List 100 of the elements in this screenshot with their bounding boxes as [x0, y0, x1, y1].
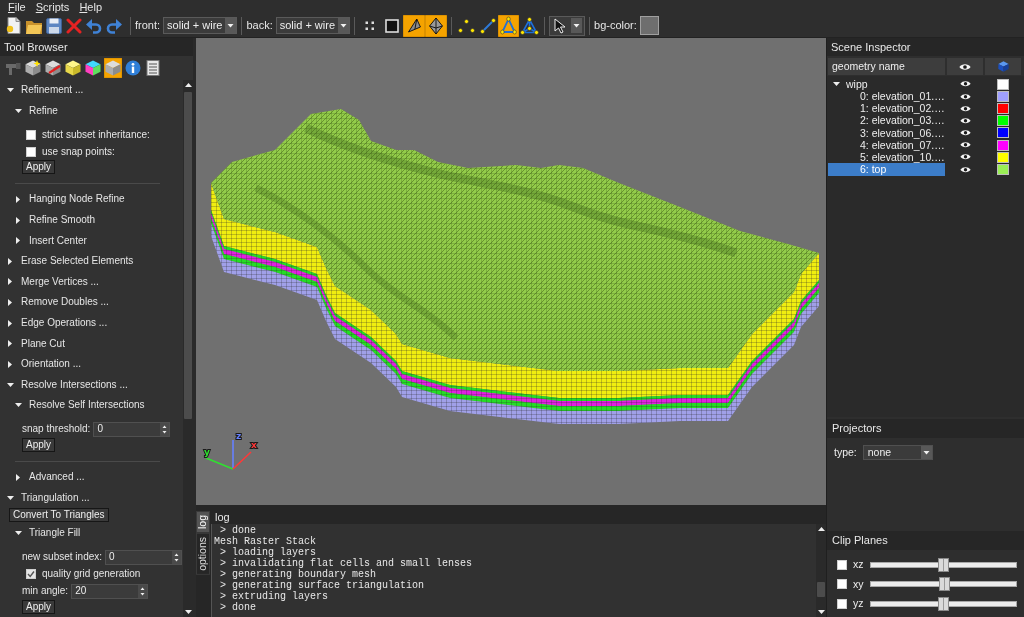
- dots-icon[interactable]: [365, 20, 375, 31]
- caret-right-icon[interactable]: [8, 257, 12, 265]
- tree-item[interactable]: Triangulation ...: [6, 487, 90, 508]
- tool-button[interactable]: Apply: [22, 599, 55, 614]
- caret-down-icon[interactable]: [6, 382, 14, 387]
- color-swatch-icon[interactable]: [639, 16, 659, 35]
- tree-item[interactable]: Advanced ...: [14, 466, 85, 488]
- cube-icon[interactable]: [65, 60, 81, 76]
- tree-item[interactable]: 5: elevation_10.…: [828, 151, 945, 164]
- color-swatch-icon[interactable]: [997, 127, 1009, 139]
- tree-item[interactable]: Refine: [14, 100, 58, 122]
- color-swatch-icon[interactable]: [997, 163, 1009, 175]
- color-swatch-icon[interactable]: [997, 139, 1009, 151]
- spin-arrows-icon[interactable]: [172, 550, 182, 564]
- caret-right-icon[interactable]: [16, 216, 20, 224]
- caret-down-icon[interactable]: [14, 108, 22, 113]
- eye-icon[interactable]: [959, 129, 971, 137]
- tree-item[interactable]: 1: elevation_02.…: [828, 102, 945, 115]
- side-tab[interactable]: log: [196, 511, 210, 533]
- save-icon[interactable]: [46, 17, 62, 34]
- triangle-icon[interactable]: [498, 14, 520, 37]
- redo-icon[interactable]: [106, 17, 122, 34]
- caret-right-icon[interactable]: [8, 319, 12, 327]
- tree-item[interactable]: Edge Operations ...: [6, 312, 108, 334]
- edge-icon[interactable]: [479, 17, 496, 34]
- caret-down-icon[interactable]: [920, 446, 932, 459]
- caret-down-icon[interactable]: [6, 495, 14, 500]
- tool-dropdown[interactable]: [549, 15, 586, 36]
- cube-sparkle-icon[interactable]: [25, 60, 41, 76]
- caret-right-icon[interactable]: [8, 360, 12, 368]
- spin-arrows-icon[interactable]: [138, 584, 148, 598]
- caret-up-icon[interactable]: [817, 527, 825, 531]
- caret-down-icon[interactable]: [338, 18, 350, 33]
- dropdown[interactable]: solid + wire: [163, 17, 238, 34]
- menu-item[interactable]: File: [3, 0, 31, 14]
- eye-icon[interactable]: [959, 153, 971, 161]
- scrollbar[interactable]: [816, 524, 826, 617]
- caret-right-icon[interactable]: [8, 340, 12, 348]
- tree-item[interactable]: Insert Center: [14, 230, 87, 251]
- cube-pencil-icon[interactable]: [45, 60, 61, 76]
- slider-thumb[interactable]: [938, 596, 949, 611]
- color-swatch-icon[interactable]: [997, 90, 1009, 102]
- diamond-icon[interactable]: [425, 14, 448, 37]
- menu-item[interactable]: Help: [74, 0, 107, 14]
- slider-thumb[interactable]: [939, 577, 951, 592]
- caret-right-icon[interactable]: [8, 298, 12, 306]
- scrollbar-thumb[interactable]: [184, 92, 192, 419]
- tree-item[interactable]: wipp: [828, 78, 945, 91]
- menu-item[interactable]: Scripts: [30, 0, 75, 14]
- spin-arrows-icon[interactable]: [160, 422, 170, 436]
- color-swatch-icon[interactable]: [997, 151, 1009, 163]
- info-icon[interactable]: [125, 60, 141, 76]
- checkbox[interactable]: [26, 569, 36, 579]
- caret-right-icon[interactable]: [16, 196, 20, 203]
- slider-track[interactable]: [870, 577, 1017, 592]
- eye-icon[interactable]: [959, 92, 971, 101]
- tree-item[interactable]: Erase Selected Elements: [6, 250, 134, 272]
- number-field[interactable]: 20: [71, 583, 149, 599]
- number-field[interactable]: 0: [105, 549, 183, 565]
- slider-track[interactable]: [870, 557, 1017, 572]
- caret-right-icon[interactable]: [16, 473, 20, 481]
- slider-thumb[interactable]: [938, 557, 949, 572]
- tree-item[interactable]: 3: elevation_06.…: [828, 126, 945, 139]
- new-file-icon[interactable]: [6, 17, 22, 34]
- slider-track[interactable]: [870, 596, 1017, 611]
- tree-item[interactable]: Merge Vertices ...: [6, 271, 99, 293]
- caret-right-icon[interactable]: [8, 278, 12, 286]
- caret-down-icon[interactable]: [833, 82, 840, 87]
- eye-icon[interactable]: [959, 165, 971, 174]
- caret-right-icon[interactable]: [16, 237, 20, 245]
- side-tab[interactable]: options: [196, 533, 210, 575]
- tree-item[interactable]: Refinement ...: [6, 80, 84, 101]
- tool-button[interactable]: Apply: [22, 160, 55, 175]
- shaded-shape-icon[interactable]: [403, 14, 426, 37]
- column-header[interactable]: geometry name: [828, 58, 945, 75]
- tree-item[interactable]: 4: elevation_07.…: [828, 138, 945, 152]
- eye-icon[interactable]: [959, 104, 971, 113]
- scrollbar-thumb[interactable]: [817, 582, 825, 597]
- tool-button[interactable]: Convert To Triangles: [9, 507, 109, 522]
- eye-icon[interactable]: [959, 116, 971, 125]
- vertices-icon[interactable]: [458, 18, 476, 33]
- tree-item[interactable]: Resolve Self Intersections: [14, 395, 145, 416]
- caret-up-icon[interactable]: [184, 83, 192, 87]
- tree-item[interactable]: Orientation ...: [6, 353, 82, 375]
- number-field[interactable]: 0: [93, 421, 171, 437]
- scrollbar[interactable]: [183, 80, 193, 617]
- color-swatch-icon[interactable]: [997, 115, 1009, 127]
- tree-item[interactable]: 0: elevation_01.…: [828, 90, 945, 103]
- tree-item[interactable]: Resolve Intersections ...: [6, 374, 128, 396]
- tree-item[interactable]: 6: top: [828, 163, 945, 176]
- tetrahedron-icon[interactable]: [520, 16, 540, 35]
- tree-item[interactable]: Refine Smooth: [14, 209, 96, 231]
- caret-down-icon[interactable]: [817, 610, 825, 614]
- caret-down-icon[interactable]: [184, 610, 192, 614]
- column-header[interactable]: [947, 58, 983, 75]
- color-cube-icon[interactable]: [85, 60, 101, 76]
- eye-icon[interactable]: [959, 141, 971, 149]
- tree-item[interactable]: 2: elevation_03.…: [828, 114, 945, 127]
- dropdown[interactable]: none: [862, 445, 933, 460]
- dropdown[interactable]: solid + wire: [275, 17, 351, 34]
